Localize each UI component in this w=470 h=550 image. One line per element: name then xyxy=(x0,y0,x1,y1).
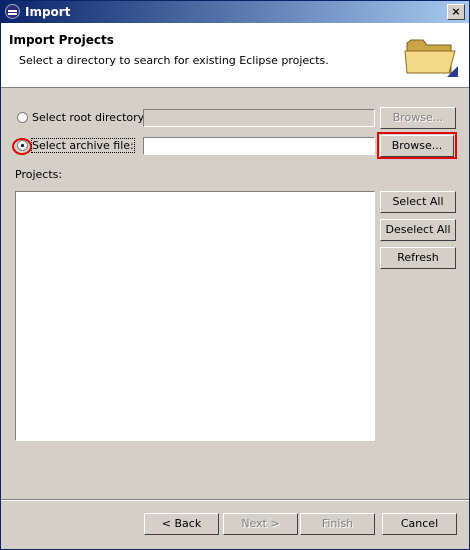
page-title: Import Projects xyxy=(9,33,114,47)
projects-list[interactable] xyxy=(15,191,375,441)
page-description: Select a directory to search for existin… xyxy=(19,54,329,67)
back-button[interactable]: < Back xyxy=(144,513,219,535)
folder-icon xyxy=(404,39,458,77)
projects-label: Projects: xyxy=(15,168,63,181)
select-all-button[interactable]: Select All xyxy=(380,191,456,213)
close-icon: × xyxy=(451,5,461,18)
import-dialog: Import × Import Projects Select a direct… xyxy=(0,0,470,550)
eclipse-icon xyxy=(5,4,20,19)
archive-file-input[interactable] xyxy=(143,137,375,155)
root-directory-radio[interactable] xyxy=(17,112,28,123)
root-directory-input[interactable] xyxy=(143,109,375,127)
root-directory-label: Select root directory: xyxy=(32,111,148,124)
refresh-button[interactable]: Refresh xyxy=(380,247,456,269)
cancel-button[interactable]: Cancel xyxy=(382,513,457,535)
window-title: Import xyxy=(25,5,71,19)
title-bar: Import × xyxy=(1,1,469,23)
wizard-header: Import Projects Select a directory to se… xyxy=(1,23,469,88)
archive-file-label: Select archive file: xyxy=(31,138,135,153)
footer-separator xyxy=(1,499,469,501)
finish-button[interactable]: Finish xyxy=(300,513,375,535)
archive-file-browse-button[interactable]: Browse... xyxy=(380,135,454,157)
archive-file-radio[interactable] xyxy=(17,140,28,151)
next-button[interactable]: Next > xyxy=(223,513,298,535)
close-button[interactable]: × xyxy=(447,4,465,20)
root-directory-browse-button[interactable]: Browse... xyxy=(380,107,456,129)
deselect-all-button[interactable]: Deselect All xyxy=(380,219,456,241)
